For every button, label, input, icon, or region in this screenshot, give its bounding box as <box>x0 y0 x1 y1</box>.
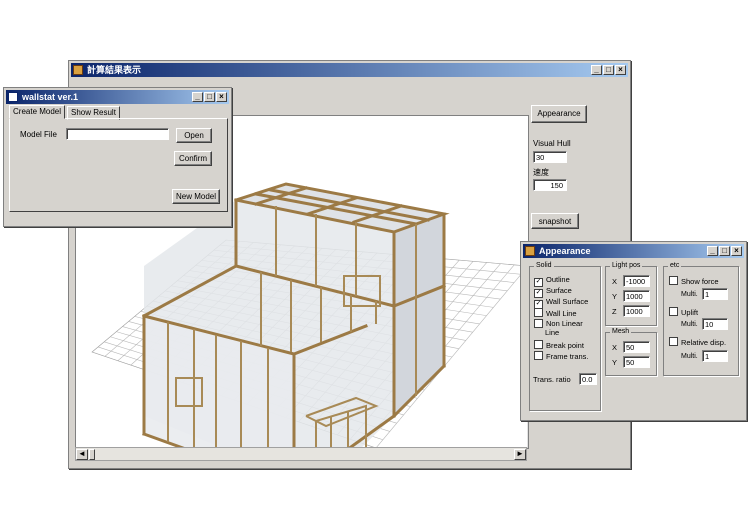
uplift-mult-label: Multi. <box>681 321 698 328</box>
wall-surface-label: Wall Surface <box>546 297 589 306</box>
close-icon[interactable]: × <box>615 65 626 75</box>
close-icon[interactable]: × <box>216 92 227 102</box>
show-force-label: Show force <box>681 277 719 286</box>
result-window-title: 計算結果表示 <box>87 65 142 75</box>
trans-ratio-label: Trans. ratio <box>533 375 571 384</box>
break-point-label: Break point <box>546 341 584 350</box>
surface-label: Surface <box>546 286 572 295</box>
scroll-thumb[interactable] <box>89 449 95 460</box>
speed-input[interactable]: 150 <box>533 179 567 191</box>
app-icon <box>8 92 18 102</box>
light-y-input[interactable]: 1000 <box>623 290 650 302</box>
model-file-label: Model File <box>20 130 57 139</box>
relative-disp-label: Relative disp. <box>681 338 727 347</box>
relative-mult-input[interactable]: 1 <box>702 350 728 362</box>
mesh-group-title: Mesh <box>610 327 632 337</box>
appearance-title: Appearance <box>539 246 591 256</box>
light-pos-group-title: Light pos <box>610 261 643 271</box>
etc-group: etc Show force Multi. 1 Uplift Multi. 10… <box>663 261 739 376</box>
show-force-checkbox[interactable]: Show force <box>669 276 719 286</box>
maximize-icon[interactable]: □ <box>603 65 614 75</box>
frame-trans-checkbox[interactable]: Frame trans. <box>534 351 589 361</box>
visual-hull-input[interactable]: 30 <box>533 151 567 163</box>
app-icon <box>525 246 535 256</box>
non-linear-line-label: Non Linear Line <box>545 319 583 337</box>
close-icon[interactable]: × <box>731 246 742 256</box>
light-x-label: X <box>612 277 618 286</box>
show-force-mult-input[interactable]: 1 <box>702 288 728 300</box>
uplift-checkbox[interactable]: Uplift <box>669 307 698 317</box>
app-icon <box>73 65 83 75</box>
open-button[interactable]: Open <box>176 128 212 143</box>
confirm-button[interactable]: Confirm <box>174 151 212 166</box>
speed-label: 速度 <box>533 168 549 177</box>
light-z-input[interactable]: 1000 <box>623 305 650 317</box>
scroll-left-icon[interactable]: ◄ <box>76 449 88 460</box>
outline-label: Outline <box>546 275 570 284</box>
maximize-icon[interactable]: □ <box>719 246 730 256</box>
etc-group-title: etc <box>668 261 682 271</box>
relative-disp-checkbox[interactable]: Relative disp. <box>669 337 726 347</box>
minimize-icon[interactable]: _ <box>707 246 718 256</box>
model-file-input[interactable] <box>66 128 169 140</box>
break-point-checkbox[interactable]: Break point <box>534 340 584 350</box>
non-linear-line-checkbox[interactable]: Non Linear Line <box>534 319 594 337</box>
wallstat-titlebar[interactable]: wallstat ver.1 _ □ × <box>6 90 229 104</box>
relative-mult-label: Multi. <box>681 353 698 360</box>
light-z-label: Z <box>612 307 617 316</box>
show-force-mult-label: Multi. <box>681 291 698 298</box>
mesh-y-label: Y <box>612 358 618 367</box>
appearance-window: Appearance _ □ × Solid ✓ Outline ✓ Surface… <box>520 241 747 421</box>
result-window-titlebar[interactable]: 計算結果表示 _ □ × <box>71 63 628 77</box>
trans-ratio-input[interactable]: 0.0 <box>579 373 597 385</box>
viewport-hscrollbar[interactable]: ◄ ► <box>75 447 527 461</box>
mesh-x-label: X <box>612 343 618 352</box>
uplift-label: Uplift <box>681 308 699 317</box>
visual-hull-label: Visual Hull <box>533 139 571 148</box>
maximize-icon[interactable]: □ <box>204 92 215 102</box>
scroll-right-icon[interactable]: ► <box>514 449 526 460</box>
wallstat-window: wallstat ver.1 _ □ × Create Model Show R… <box>3 87 232 227</box>
frame-trans-label: Frame trans. <box>546 352 589 361</box>
mesh-x-input[interactable]: 50 <box>623 341 650 353</box>
light-pos-group: Light pos X -1000 Y 1000 Z 1000 <box>605 261 657 326</box>
mesh-y-input[interactable]: 50 <box>623 356 650 368</box>
appearance-button[interactable]: Appearance <box>531 105 587 123</box>
tab-create-model[interactable]: Create Model <box>9 105 66 119</box>
new-model-button[interactable]: New Model <box>172 189 220 204</box>
light-y-label: Y <box>612 292 618 301</box>
wall-line-checkbox[interactable]: Wall Line <box>534 308 577 318</box>
wallstat-title: wallstat ver.1 <box>22 92 79 102</box>
appearance-titlebar[interactable]: Appearance _ □ × <box>523 244 744 258</box>
minimize-icon[interactable]: _ <box>591 65 602 75</box>
minimize-icon[interactable]: _ <box>192 92 203 102</box>
snapshot-button[interactable]: snapshot <box>531 213 579 229</box>
light-x-input[interactable]: -1000 <box>623 275 650 287</box>
solid-group: Solid ✓ Outline ✓ Surface ✓ Wall Surface Wa… <box>529 261 601 411</box>
uplift-mult-input[interactable]: 10 <box>702 318 728 330</box>
house-right-face <box>393 213 445 418</box>
mesh-group: Mesh X 50 Y 50 <box>605 327 657 376</box>
solid-group-title: Solid <box>534 261 554 271</box>
wall-line-label: Wall Line <box>546 309 577 318</box>
